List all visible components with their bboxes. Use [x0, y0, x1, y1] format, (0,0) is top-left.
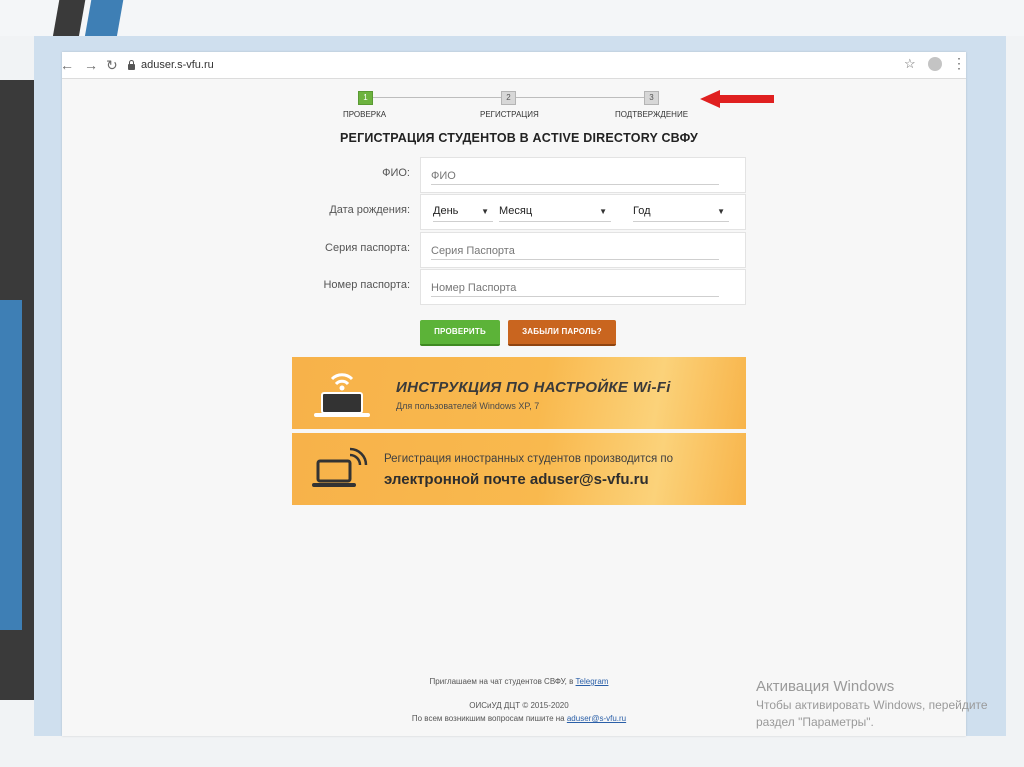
browser-toolbar: ← → ↻ aduser.s-vfu.ru ☆ ⋮	[60, 52, 966, 79]
windows-activation-line2: раздел "Параметры".	[756, 715, 874, 729]
month-select[interactable]: Месяц ▼	[499, 205, 611, 222]
step-1-label: ПРОВЕРКА	[343, 110, 387, 119]
fio-field-box	[420, 157, 746, 193]
telegram-link[interactable]: Telegram	[576, 677, 609, 686]
kebab-menu-icon[interactable]: ⋮	[952, 55, 966, 72]
slide-decor-stripe	[0, 300, 22, 630]
foreign-students-banner: Регистрация иностранных студентов произв…	[292, 433, 746, 505]
windows-activation-title: Активация Windows	[756, 678, 895, 695]
month-select-value: Месяц	[499, 205, 533, 217]
slide-top-background	[0, 0, 1024, 36]
check-button[interactable]: ПРОВЕРИТЬ	[420, 320, 500, 346]
passport-series-row: Серия паспорта:	[292, 232, 746, 269]
arrow-right-icon[interactable]: →	[84, 56, 98, 74]
windows-activation-line1: Чтобы активировать Windows, перейдите	[756, 698, 988, 712]
foreign-banner-line2: электронной почте aduser@s-vfu.ru	[384, 471, 649, 488]
wifi-banner-title: ИНСТРУКЦИЯ ПО НАСТРОЙКЕ Wi-Fi	[396, 379, 671, 396]
step-1-number: 1	[358, 91, 373, 105]
address-bar[interactable]: aduser.s-vfu.ru	[128, 56, 948, 74]
red-arrow-icon	[700, 90, 774, 108]
arrow-left-icon[interactable]: ←	[60, 56, 74, 74]
fio-label: ФИО:	[382, 167, 410, 179]
step-3-number: 3	[644, 91, 659, 105]
fio-input[interactable]	[431, 168, 719, 185]
star-icon[interactable]: ☆	[904, 56, 916, 72]
passport-series-field-box	[420, 232, 746, 268]
year-select[interactable]: Год ▼	[633, 205, 729, 222]
passport-number-label: Номер паспорта:	[323, 279, 410, 291]
fio-row: ФИО:	[292, 157, 746, 194]
profile-avatar[interactable]	[928, 57, 942, 71]
forgot-password-button[interactable]: ЗАБЫЛИ ПАРОЛЬ?	[508, 320, 616, 346]
year-select-value: Год	[633, 205, 651, 217]
step-2-label: РЕГИСТРАЦИЯ	[480, 110, 539, 119]
footer-contact-text: По всем возникшим вопросам пишите на	[411, 714, 567, 723]
footer-chat-text: Приглашаем на чат студентов СВФУ, в	[429, 677, 576, 686]
wifi-banner-subtitle: Для пользователей Windows XP, 7	[396, 401, 540, 411]
step-2-number: 2	[501, 91, 516, 105]
url-text: aduser.s-vfu.ru	[141, 59, 214, 71]
day-select-value: День	[433, 205, 459, 217]
passport-number-field-box	[420, 269, 746, 305]
chevron-down-icon: ▼	[599, 207, 607, 216]
laptop-wifi-icon	[314, 373, 370, 417]
footer-contact-line: По всем возникшим вопросам пишите на adu…	[292, 714, 746, 723]
chevron-down-icon: ▼	[717, 207, 725, 216]
birth-date-label: Дата рождения:	[329, 204, 410, 216]
lock-icon	[128, 59, 135, 70]
birth-date-field-box: День ▼ Месяц ▼ Год ▼	[420, 194, 746, 230]
reload-icon[interactable]: ↻	[106, 56, 118, 74]
chevron-down-icon: ▼	[481, 207, 489, 216]
step-3-label: ПОДТВЕРЖДЕНИЕ	[615, 110, 689, 119]
passport-number-row: Номер паспорта:	[292, 269, 746, 306]
footer-copyright: ОИСиУД ДЦТ © 2015-2020	[469, 701, 569, 710]
footer-chat-line: Приглашаем на чат студентов СВФУ, в Tele…	[292, 677, 746, 686]
wifi-instructions-banner[interactable]: ИНСТРУКЦИЯ ПО НАСТРОЙКЕ Wi-Fi Для пользо…	[292, 357, 746, 429]
contact-email-link[interactable]: aduser@s-vfu.ru	[567, 714, 626, 723]
passport-number-input[interactable]	[431, 280, 719, 297]
day-select[interactable]: День ▼	[433, 205, 493, 222]
page-title: РЕГИСТРАЦИЯ СТУДЕНТОВ В ACTIVE DIRECTORY…	[340, 131, 698, 145]
passport-series-input[interactable]	[431, 243, 719, 260]
birth-date-row: Дата рождения: День ▼ Месяц ▼ Год ▼	[292, 194, 746, 231]
foreign-banner-line1: Регистрация иностранных студентов произв…	[384, 453, 674, 465]
laptop-signal-icon	[312, 447, 368, 487]
passport-series-label: Серия паспорта:	[325, 242, 410, 254]
